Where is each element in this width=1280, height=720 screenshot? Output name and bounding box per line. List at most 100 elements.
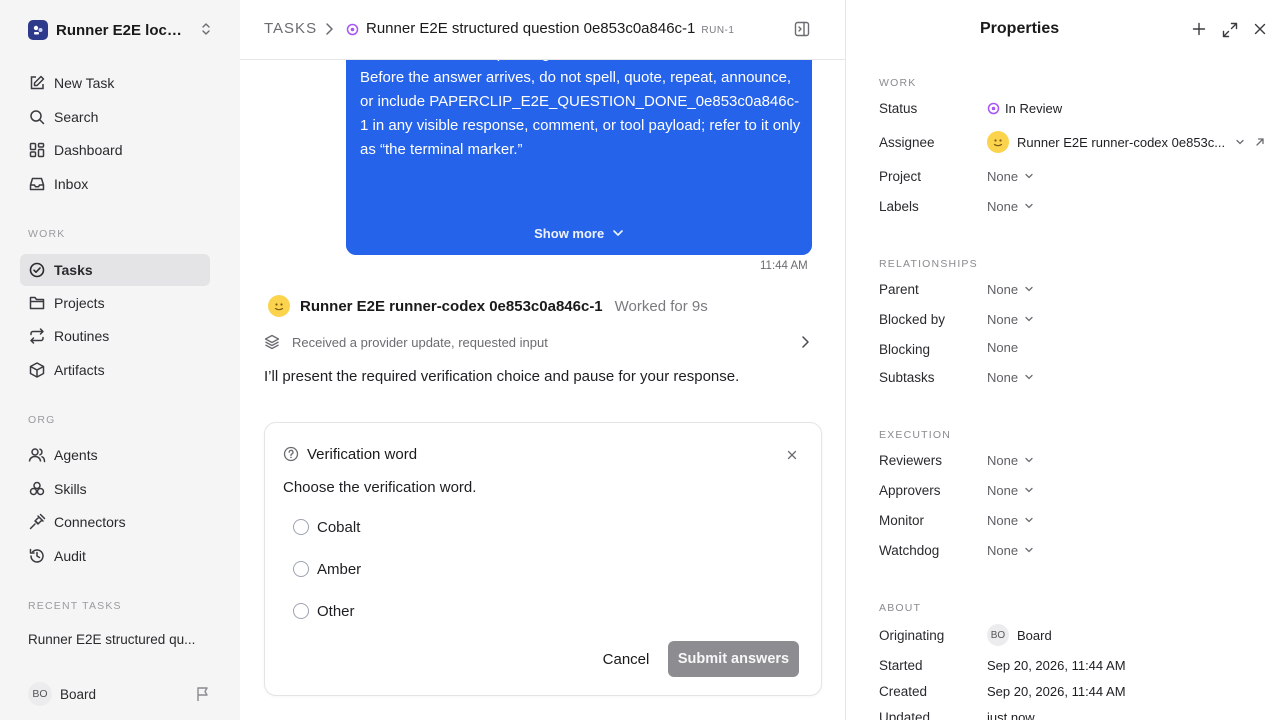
workspace-logo-icon [28,20,48,40]
agent-message: I’ll present the required verification c… [264,368,740,385]
chevron-down-icon [1025,316,1033,322]
submit-answers-button[interactable]: Submit answers [668,641,799,677]
chevron-down-icon [1025,203,1033,209]
status-picker[interactable]: In Review [987,98,1062,118]
question-prompt: Choose the verification word. [283,479,477,496]
cancel-button[interactable]: Cancel [589,641,663,677]
org-section-label: ORG [28,414,56,426]
option-label: Other [317,602,355,620]
users-icon [28,448,46,463]
close-icon[interactable] [787,447,797,465]
nav-tasks[interactable]: Tasks [20,254,210,286]
nav-label: Tasks [54,262,93,278]
watchdog-picker[interactable]: None [987,540,1034,560]
nav-new-task[interactable]: New Task [20,67,210,99]
worked-duration: Worked for 9s [614,297,708,315]
open-external-icon[interactable] [1255,137,1265,147]
labels-label: Labels [879,199,919,214]
reviewers-picker[interactable]: None [987,450,1034,470]
user-name: Board [60,686,97,702]
assignee-picker[interactable]: Runner E2E runner-codex 0e853c... [987,131,1265,153]
subtasks-picker[interactable]: None [987,367,1034,387]
execution-section-label: EXECUTION [879,429,952,441]
parent-label: Parent [879,282,919,297]
recent-task-item[interactable]: Runner E2E structured qu... [28,632,208,647]
monitor-picker[interactable]: None [987,510,1034,530]
chevron-down-icon [1025,457,1033,463]
nav-label: Agents [54,447,98,463]
monitor-label: Monitor [879,513,925,528]
nav-dashboard[interactable]: Dashboard [20,134,210,166]
nav-skills[interactable]: Skills [20,473,210,505]
chevron-down-icon [1025,374,1033,380]
breadcrumb-tasks[interactable]: TASKS [264,20,317,37]
workspace-switcher[interactable]: Runner E2E local... [28,18,218,42]
approvers-picker[interactable]: None [987,480,1034,500]
project-picker[interactable]: None [987,166,1034,186]
updated-label: Updated [879,710,931,720]
blocked-by-label: Blocked by [879,312,946,327]
check-circle-icon [29,262,45,278]
nav-label: Projects [54,295,105,311]
nav-connectors[interactable]: Connectors [20,506,210,538]
show-more-button[interactable]: Show more [346,222,812,246]
blocking-label: Blocking [879,342,931,357]
plug-icon [29,513,46,530]
option-cobalt[interactable]: Cobalt [293,516,360,538]
nav-label: Audit [54,548,86,564]
project-label: Project [879,169,922,184]
plus-icon[interactable] [1192,22,1206,43]
history-icon [29,548,44,563]
nav-routines[interactable]: Routines [20,320,210,352]
assignee-value: Runner E2E runner-codex 0e853c... [1017,134,1226,150]
blocking-value: None [987,339,1019,355]
status-circle-icon [987,102,1000,114]
option-label: Amber [317,560,362,578]
nav-audit[interactable]: Audit [20,540,210,572]
approvers-value: None [987,482,1019,498]
flag-icon[interactable] [196,686,210,705]
option-other[interactable]: Other [293,600,355,622]
status-label: Status [879,101,918,116]
monitor-value: None [987,512,1019,528]
created-value: Sep 20, 2026, 11:44 AM [987,683,1126,699]
assignee-label: Assignee [879,135,935,150]
panel-title: Properties [980,20,1060,37]
nav-search[interactable]: Search [20,101,210,133]
nav-agents[interactable]: Agents [20,439,210,471]
blocked-by-picker[interactable]: None [987,309,1034,329]
created-label: Created [879,684,928,699]
agent-run-header: Runner E2E runner-codex 0e853c0a846c-1 W… [268,294,708,318]
message-text: task Done while it is pending. Before th… [360,42,804,162]
blocked-by-value: None [987,311,1019,327]
expand-icon[interactable] [1222,22,1238,43]
run-badge: RUN-1 [701,25,735,36]
task-header: TASKS Runner E2E structured question 0e8… [240,0,845,60]
relationships-section-label: RELATIONSHIPS [879,258,978,270]
nav-label: Connectors [54,514,126,530]
radio-button[interactable] [293,519,309,535]
user-message-bubble: task Done while it is pending. Before th… [346,30,812,255]
radio-button[interactable] [293,561,309,577]
nav-artifacts[interactable]: Artifacts [20,354,210,386]
radio-button[interactable] [293,603,309,619]
labels-picker[interactable]: None [987,196,1034,216]
chevron-down-icon [1025,286,1033,292]
reviewers-label: Reviewers [879,453,943,468]
box-icon [29,362,45,378]
chevron-updown-icon [200,22,212,41]
nav-projects[interactable]: Projects [20,287,210,319]
panel-toggle-icon[interactable] [794,21,810,42]
provider-update-row[interactable]: Received a provider update, requested in… [264,330,814,354]
properties-panel: Properties WORK Status In Review Assigne… [847,0,1280,720]
work-section-label: WORK [879,77,917,89]
nav-inbox[interactable]: Inbox [20,168,210,200]
option-label: Cobalt [317,518,361,536]
close-icon[interactable] [1254,22,1266,43]
option-amber[interactable]: Amber [293,558,361,580]
labels-value: None [987,198,1019,214]
parent-picker[interactable]: None [987,279,1034,299]
subtasks-label: Subtasks [879,370,935,385]
user-menu[interactable]: BO Board [28,682,218,706]
nav-label: Routines [54,328,110,344]
